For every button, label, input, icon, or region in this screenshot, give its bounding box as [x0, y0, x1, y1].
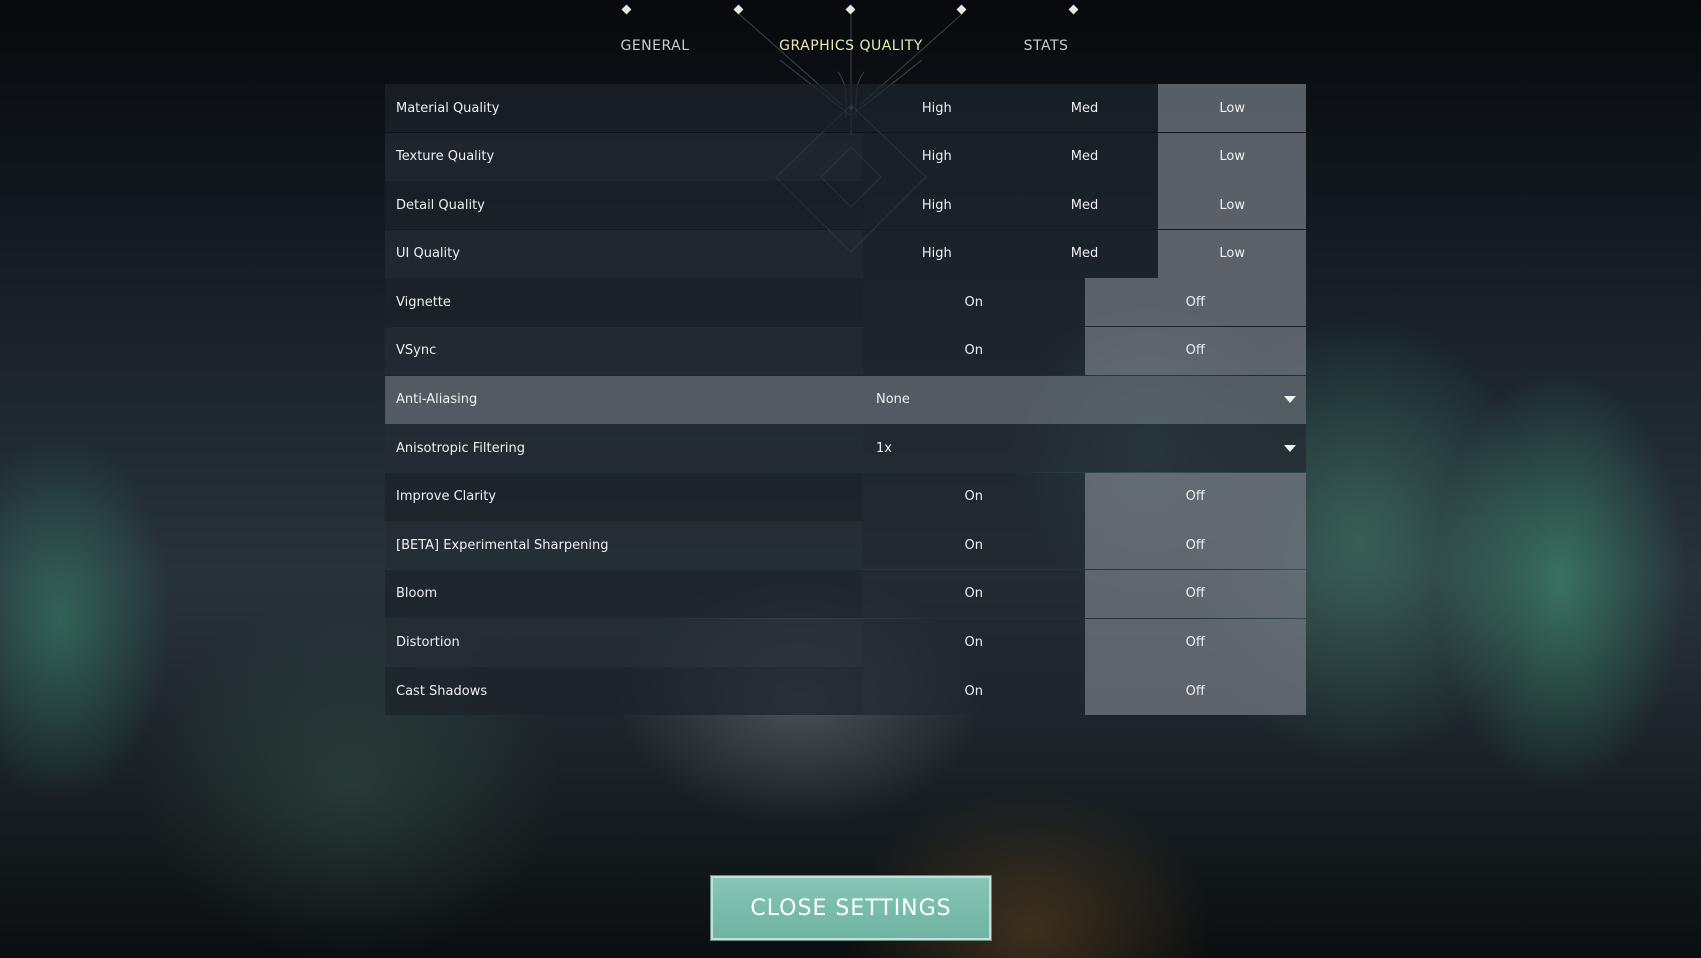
- setting-row-experimental-sharpening: [BETA] Experimental Sharpening On Off: [385, 521, 1306, 570]
- setting-label: VSync: [396, 343, 437, 359]
- diamond-icon: [956, 4, 967, 15]
- option-on[interactable]: On: [863, 667, 1085, 716]
- diamond-icon: [621, 4, 632, 15]
- quality-selector: High Med Low: [863, 229, 1307, 278]
- setting-label: UI Quality: [396, 246, 460, 262]
- option-off[interactable]: Off: [1084, 278, 1306, 327]
- on-off-selector: On Off: [863, 618, 1306, 667]
- setting-row-ui-quality: UI Quality High Med Low: [385, 229, 1307, 278]
- option-med[interactable]: Med: [1010, 181, 1159, 230]
- option-high[interactable]: High: [863, 84, 1011, 132]
- option-low[interactable]: Low: [1158, 132, 1307, 181]
- on-off-selector: On Off: [863, 278, 1306, 327]
- setting-label: Texture Quality: [396, 149, 495, 165]
- setting-row-anisotropic-filtering: Anisotropic Filtering 1x: [385, 424, 1306, 473]
- option-high[interactable]: High: [863, 229, 1011, 278]
- setting-row-vignette: Vignette On Off: [385, 278, 1306, 327]
- setting-row-anti-aliasing: Anti-Aliasing None: [385, 375, 1306, 424]
- option-low[interactable]: Low: [1158, 229, 1307, 278]
- option-med[interactable]: Med: [1010, 84, 1159, 132]
- tab-stats[interactable]: STATS: [1000, 38, 1092, 58]
- on-off-selector: On Off: [863, 569, 1306, 618]
- setting-row-vsync: VSync On Off: [385, 326, 1306, 375]
- on-off-selector: On Off: [863, 521, 1306, 570]
- setting-label: Detail Quality: [396, 197, 485, 213]
- close-settings-label: CLOSE SETTINGS: [750, 895, 952, 921]
- diamond-icon: [845, 4, 856, 15]
- setting-row-improve-clarity: Improve Clarity On Off: [385, 472, 1306, 521]
- setting-label: Cast Shadows: [396, 683, 488, 699]
- option-low[interactable]: Low: [1158, 84, 1307, 132]
- setting-label: Anti-Aliasing: [396, 392, 478, 408]
- option-off[interactable]: Off: [1084, 326, 1306, 375]
- setting-label: Bloom: [396, 586, 438, 602]
- setting-row-distortion: Distortion On Off: [385, 618, 1306, 667]
- quality-selector: High Med Low: [863, 181, 1307, 230]
- quality-selector: High Med Low: [863, 132, 1307, 181]
- dropdown-value: None: [876, 392, 910, 408]
- option-on[interactable]: On: [863, 521, 1085, 570]
- anti-aliasing-dropdown[interactable]: None: [863, 375, 1306, 424]
- on-off-selector: On Off: [863, 472, 1306, 521]
- option-med[interactable]: Med: [1010, 132, 1159, 181]
- option-off[interactable]: Off: [1084, 667, 1306, 716]
- setting-label: Material Quality: [396, 100, 500, 116]
- option-on[interactable]: On: [863, 472, 1085, 521]
- diamond-icon: [733, 4, 744, 15]
- tab-general[interactable]: GENERAL: [600, 38, 710, 58]
- quality-selector: High Med Low: [863, 84, 1307, 132]
- option-high[interactable]: High: [863, 132, 1011, 181]
- setting-row-texture-quality: Texture Quality High Med Low: [385, 132, 1307, 181]
- settings-tabs: GENERAL GRAPHICS QUALITY STATS: [0, 0, 1701, 70]
- on-off-selector: On Off: [863, 326, 1306, 375]
- option-low[interactable]: Low: [1158, 181, 1307, 230]
- setting-label: Vignette: [396, 294, 451, 310]
- graphics-settings-table: Material Quality High Med Low Texture Qu…: [385, 84, 1307, 716]
- tab-graphics-quality[interactable]: GRAPHICS QUALITY: [770, 38, 932, 58]
- on-off-selector: On Off: [863, 667, 1306, 716]
- setting-row-bloom: Bloom On Off: [385, 569, 1306, 618]
- chevron-down-icon: [1284, 444, 1296, 452]
- option-off[interactable]: Off: [1084, 618, 1306, 667]
- setting-row-detail-quality: Detail Quality High Med Low: [385, 181, 1307, 230]
- setting-row-cast-shadows: Cast Shadows On Off: [385, 667, 1306, 716]
- option-high[interactable]: High: [863, 181, 1011, 230]
- chevron-down-icon: [1284, 396, 1296, 404]
- setting-label: Distortion: [396, 635, 460, 651]
- setting-row-material-quality: Material Quality High Med Low: [385, 84, 1307, 132]
- setting-label: Anisotropic Filtering: [396, 440, 526, 456]
- setting-label: [BETA] Experimental Sharpening: [396, 537, 609, 553]
- option-off[interactable]: Off: [1084, 472, 1306, 521]
- option-on[interactable]: On: [863, 326, 1085, 375]
- option-med[interactable]: Med: [1010, 229, 1159, 278]
- anisotropic-filtering-dropdown[interactable]: 1x: [863, 424, 1306, 473]
- option-off[interactable]: Off: [1084, 569, 1306, 618]
- setting-label: Improve Clarity: [396, 489, 496, 505]
- diamond-icon: [1068, 4, 1079, 15]
- option-on[interactable]: On: [863, 278, 1085, 327]
- dropdown-value: 1x: [876, 440, 892, 456]
- close-settings-button[interactable]: CLOSE SETTINGS: [710, 875, 992, 941]
- option-off[interactable]: Off: [1084, 521, 1306, 570]
- option-on[interactable]: On: [863, 569, 1085, 618]
- option-on[interactable]: On: [863, 618, 1085, 667]
